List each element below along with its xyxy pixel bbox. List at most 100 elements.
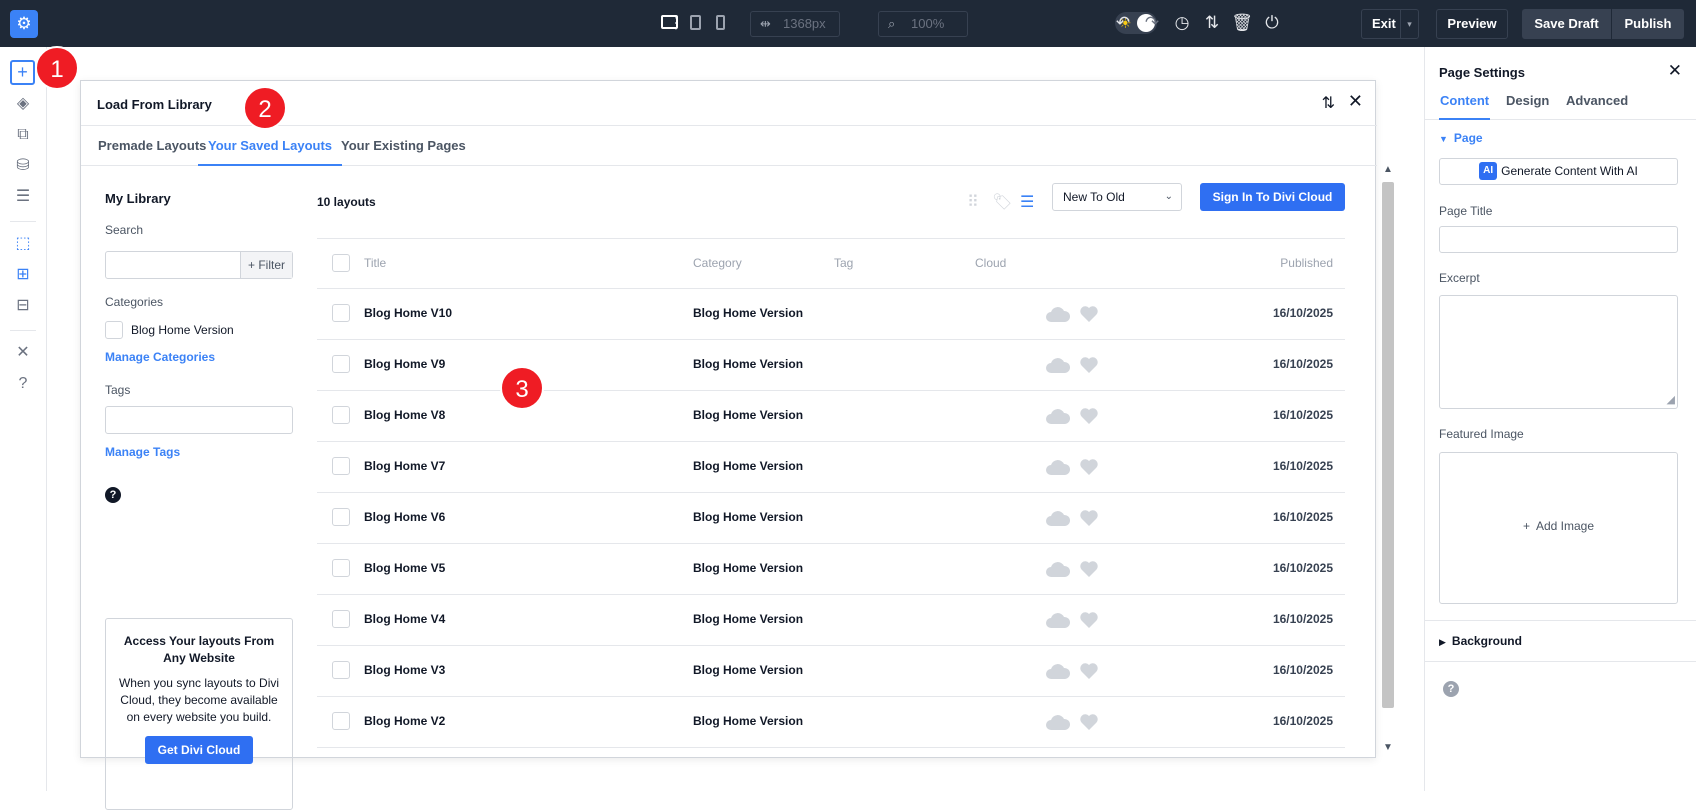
column-cloud[interactable]: Cloud [975,256,1006,270]
resize-handle-icon[interactable]: ◢ [1667,393,1675,406]
heart-icon[interactable] [1079,457,1099,477]
settings-gear-icon[interactable]: ⚙ [10,10,38,38]
tab-your-existing-pages[interactable]: Your Existing Pages [331,126,476,166]
tab-your-saved-layouts[interactable]: Your Saved Layouts [198,126,343,166]
history-icon[interactable]: ◷ [1171,12,1193,34]
canvas-width-field[interactable]: ⇹ 1368px [750,11,840,37]
heart-icon[interactable] [1079,355,1099,375]
tab-design[interactable]: Design [1505,93,1550,120]
row-checkbox[interactable] [332,661,350,679]
row-checkbox[interactable] [332,406,350,424]
row-checkbox[interactable] [332,559,350,577]
table-row[interactable]: Blog Home V10 Blog Home Version 16/10/2025 [317,289,1345,340]
cloud-icon[interactable] [1045,355,1071,375]
cloud-icon[interactable] [1045,304,1071,324]
tag-icon[interactable]: 🏷 [992,192,1012,212]
layers-icon[interactable]: ◈ [10,93,36,115]
layout-title[interactable]: Blog Home V2 [364,714,445,728]
table-row[interactable]: Blog Home V8 Blog Home Version 16/10/2025 [317,391,1345,442]
generate-content-ai-button[interactable]: AI Generate Content With AI [1439,158,1678,185]
layout-title[interactable]: Blog Home V5 [364,561,445,575]
layout-title[interactable]: Blog Home V8 [364,408,445,422]
scroll-thumb[interactable] [1382,182,1394,708]
select-all-checkbox[interactable] [332,254,350,272]
table-row[interactable]: Blog Home V9 Blog Home Version 16/10/2025 [317,340,1345,391]
library-icon[interactable]: ⧉ [10,124,36,146]
cloud-icon[interactable] [1045,406,1071,426]
help-icon[interactable]: ? [10,373,36,395]
power-icon[interactable]: ⏻ [1261,12,1283,34]
page-section-toggle[interactable]: ▼ Page [1439,131,1483,145]
exit-button[interactable]: Exit ▾ [1361,9,1419,39]
page-settings-icon[interactable]: ☰ [10,186,36,208]
heart-icon[interactable] [1079,304,1099,324]
cloud-icon[interactable] [1045,508,1071,528]
heart-icon[interactable] [1079,406,1099,426]
grid-select-icon[interactable]: ⊞ [10,264,36,286]
table-row[interactable]: Blog Home V3 Blog Home Version 16/10/2025 [317,646,1345,697]
sort-arrows-icon[interactable]: ⇅ [1322,93,1335,113]
sort-order-select[interactable]: New To Old ⌄ [1052,183,1182,211]
heart-icon[interactable] [1079,712,1099,732]
layout-title[interactable]: Blog Home V6 [364,510,445,524]
featured-image-dropzone[interactable]: + Add Image [1439,452,1678,604]
table-row[interactable]: Blog Home V7 Blog Home Version 16/10/2025 [317,442,1345,493]
save-draft-button[interactable]: Save Draft [1522,9,1611,39]
scroll-up-icon[interactable]: ▲ [1380,164,1396,180]
cloud-icon[interactable] [1045,661,1071,681]
tab-advanced[interactable]: Advanced [1565,93,1629,120]
table-row[interactable]: Blog Home V5 Blog Home Version 16/10/2025 [317,544,1345,595]
desktop-view-icon[interactable] [661,15,678,29]
grid-view-icon[interactable]: ⠿ [967,192,979,212]
row-checkbox[interactable] [332,304,350,322]
layout-title[interactable]: Blog Home V3 [364,663,445,677]
heart-icon[interactable] [1079,508,1099,528]
scroll-down-icon[interactable]: ▼ [1380,742,1396,758]
layout-title[interactable]: Blog Home V10 [364,306,452,320]
cloud-icon[interactable] [1045,457,1071,477]
column-published[interactable]: Published [1280,256,1333,270]
add-image-button[interactable]: + Add Image [1440,519,1677,533]
undo-icon[interactable]: ↶ [1112,12,1134,34]
tools-icon[interactable]: ✕ [10,342,36,364]
layout-title[interactable]: Blog Home V9 [364,357,445,371]
close-icon[interactable]: ✕ [1668,61,1682,81]
row-checkbox[interactable] [332,508,350,526]
category-checkbox[interactable] [105,321,123,339]
portability-icon[interactable]: ⇅ [1201,12,1223,34]
list-view-icon[interactable]: ☰ [1020,192,1034,212]
heart-icon[interactable] [1079,610,1099,630]
page-title-input[interactable] [1439,226,1678,253]
heart-icon[interactable] [1079,661,1099,681]
search-input[interactable] [106,252,240,278]
zoom-field[interactable]: ⌕ 100% [878,11,968,37]
trash-icon[interactable]: 🗑 [1231,12,1253,34]
click-mode-icon[interactable]: ⬚ [10,233,36,255]
cloud-icon[interactable] [1045,712,1071,732]
column-tag[interactable]: Tag [834,256,853,270]
close-icon[interactable]: ✕ [1348,91,1363,112]
background-section-toggle[interactable]: ▶ Background [1439,634,1522,648]
manage-tags-link[interactable]: Manage Tags [105,445,180,459]
get-divi-cloud-button[interactable]: Get Divi Cloud [145,736,253,764]
table-row[interactable]: Blog Home V2 Blog Home Version 16/10/2025 [317,697,1345,748]
tab-content[interactable]: Content [1439,93,1491,120]
row-checkbox[interactable] [332,457,350,475]
question-icon[interactable]: ? [105,487,121,503]
manage-categories-link[interactable]: Manage Categories [105,350,215,364]
table-row[interactable]: Blog Home V4 Blog Home Version 16/10/2025 [317,595,1345,646]
row-checkbox[interactable] [332,355,350,373]
column-title[interactable]: Title [364,256,386,270]
cloud-icon[interactable] [1045,559,1071,579]
filter-button[interactable]: + Filter [240,252,292,278]
exit-caret-icon[interactable]: ▾ [1400,10,1418,38]
cloud-icon[interactable] [1045,610,1071,630]
publish-button[interactable]: Publish [1612,9,1684,39]
tags-input[interactable] [105,406,293,434]
preview-button[interactable]: Preview [1436,9,1508,39]
layout-title[interactable]: Blog Home V4 [364,612,445,626]
redo-icon[interactable]: ↷ [1141,12,1163,34]
layout-time-icon[interactable]: ⊟ [10,295,36,317]
modal-scrollbar[interactable]: ▲ ▼ [1380,164,1396,758]
excerpt-textarea[interactable]: ◢ [1439,295,1678,409]
